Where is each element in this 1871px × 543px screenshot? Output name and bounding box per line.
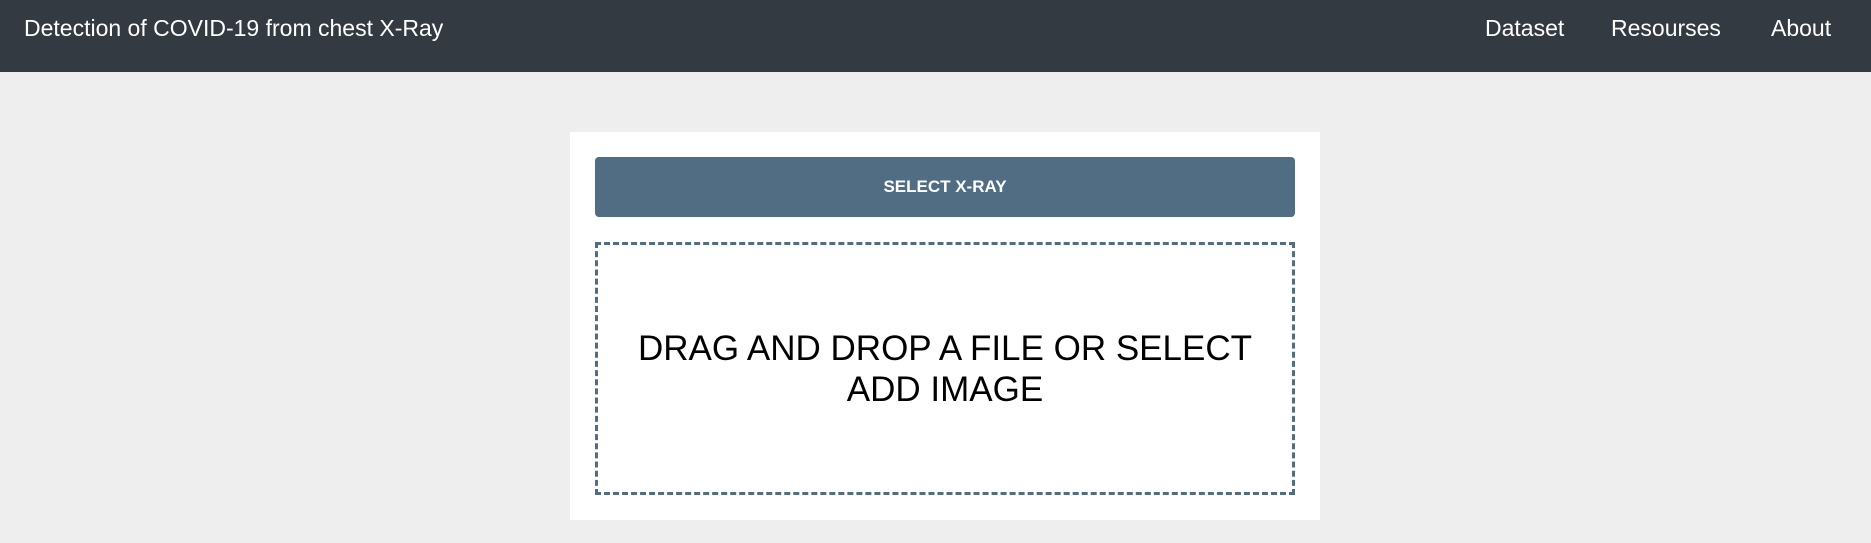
nav-dataset[interactable]: Dataset [1485, 14, 1564, 42]
nav-resources[interactable]: Resourses [1611, 14, 1721, 42]
top-navbar: Detection of COVID-19 from chest X-Ray D… [0, 0, 1871, 72]
app-title: Detection of COVID-19 from chest X-Ray [24, 15, 444, 41]
dropzone[interactable]: DRAG AND DROP A FILE OR SELECT ADD IMAGE [595, 242, 1295, 495]
upload-card: SELECT X-RAY DRAG AND DROP A FILE OR SEL… [570, 132, 1320, 520]
nav-about[interactable]: About [1771, 14, 1831, 42]
dropzone-text: DRAG AND DROP A FILE OR SELECT ADD IMAGE [638, 328, 1252, 409]
select-xray-button[interactable]: SELECT X-RAY [595, 157, 1295, 217]
